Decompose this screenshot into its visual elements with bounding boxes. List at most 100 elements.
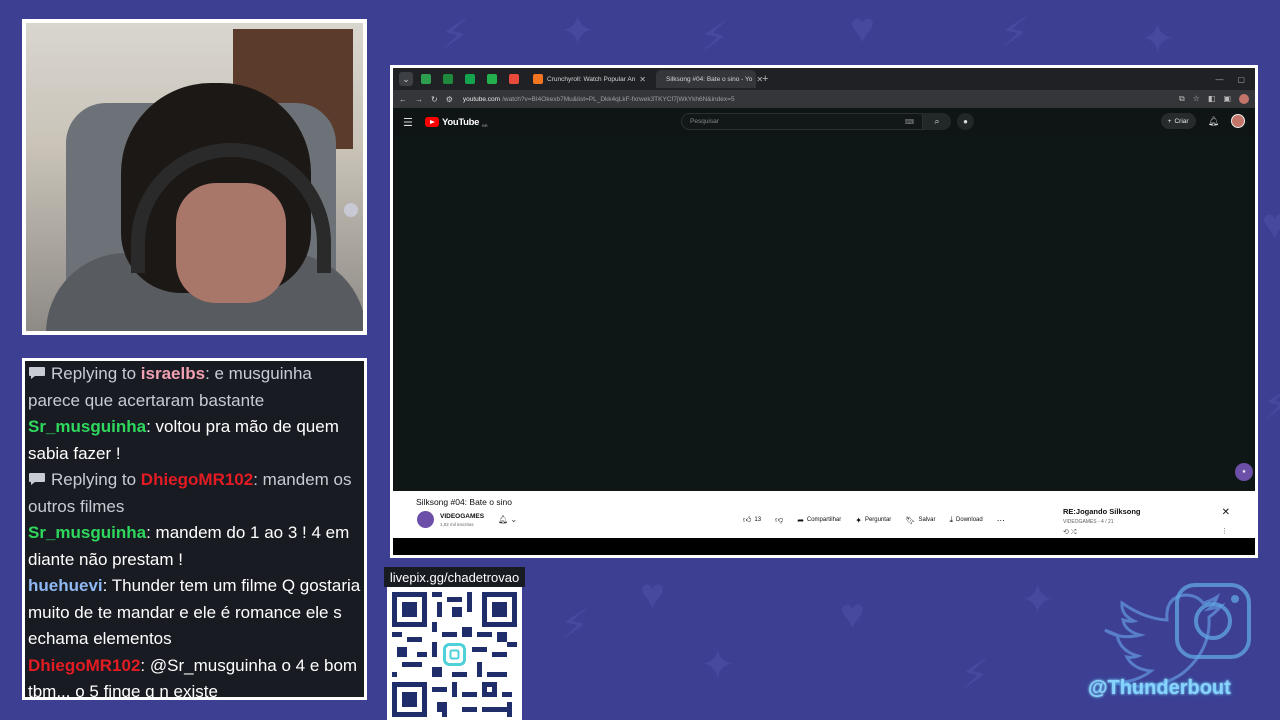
minimize-icon[interactable]: — [1215, 75, 1223, 84]
back-icon[interactable]: ← [399, 95, 407, 104]
playlist-controls: ⟲ ⤮ [1063, 528, 1076, 537]
address-bar-icons: ⧉ ☆ ◧ ▣ [1179, 94, 1249, 104]
chat-username[interactable]: DhiegoMR102 [141, 470, 253, 489]
social-handle: @Thunderbout [1088, 677, 1231, 699]
menu-icon[interactable]: ☰ [403, 116, 419, 129]
bookmark-star-icon[interactable]: ☆ [1193, 94, 1200, 104]
search-icon: ⌕ [934, 116, 940, 126]
mic-icon: ● [963, 117, 968, 126]
channel-avatar[interactable] [417, 511, 434, 528]
translate-icon[interactable]: ◧ [1208, 94, 1216, 104]
sparkle-icon: ✦ [855, 515, 862, 525]
url-path: /watch?v=BI4Okexb7Mu&list=PL_Dkk4qLkF-fx… [502, 95, 735, 103]
download-button[interactable]: ⤓ Download [949, 515, 982, 525]
url-host: youtube.com [462, 95, 501, 103]
youtube-header: ☰ YouTube BR Pesquisar ⌨ ⌕ ● + Criar 🔔︎ [393, 108, 1255, 136]
webcam-feed [26, 23, 363, 331]
whatsapp-icon[interactable] [443, 74, 453, 84]
notifications-bell-icon[interactable]: 🔔︎ [1208, 116, 1219, 127]
reply-bubble-icon [29, 367, 45, 379]
tab-label: Silksong #04: Bate o sino - Yo [665, 75, 753, 83]
share-button[interactable]: ➦ Compartilhar [797, 516, 841, 525]
tab-crunchyroll[interactable]: Crunchyroll: Watch Popular An ✕ [527, 70, 652, 88]
ask-button[interactable]: ✦ Perguntar [855, 516, 891, 525]
crunchyroll-icon [533, 74, 543, 84]
thumbs-up-icon: 👍︎ [743, 515, 752, 524]
sheets-icon[interactable] [465, 74, 475, 84]
youtube-play-icon [425, 117, 439, 127]
extensions-icon[interactable]: ▣ [1223, 94, 1231, 104]
tab-youtube[interactable]: Silksong #04: Bate o sino - Yo ✕ [655, 70, 763, 88]
loop-icon[interactable]: ⟲ [1063, 529, 1069, 536]
chat-panel: Replying to israelbs: e musguinha parece… [22, 358, 367, 700]
close-tab-icon[interactable]: ✕ [639, 75, 646, 84]
drive-icon[interactable] [421, 74, 431, 84]
new-tab-button[interactable]: + [762, 73, 768, 85]
download-icon: ⤓ [949, 515, 954, 524]
tab-label: Crunchyroll: Watch Popular An [547, 75, 636, 83]
cast-icon[interactable]: ⧉ [1179, 94, 1185, 104]
forward-icon[interactable]: → [415, 95, 423, 104]
qr-code [392, 592, 517, 717]
save-label: Salvar [918, 517, 936, 523]
site-info-icon[interactable]: ⚙ [446, 95, 453, 104]
youtube-wordmark: YouTube [442, 116, 480, 128]
share-icon: ➦ [797, 515, 804, 525]
voice-search-button[interactable]: ● [957, 113, 974, 130]
chat-message: Sr_musguinha: voltou pra mão de quem sab… [28, 414, 361, 467]
url-field[interactable]: youtube.com/watch?v=BI4Okexb7Mu&list=PL_… [461, 96, 1171, 103]
download-label: Download [956, 517, 983, 523]
account-avatar[interactable] [1231, 114, 1245, 128]
tab-search-button[interactable]: ⌄ [399, 72, 413, 86]
livepix-label: livepix.gg/chadetrovao [384, 567, 525, 587]
playlist-title[interactable]: RE:Jogando Silksong [1063, 507, 1141, 516]
webcam-knob [344, 203, 358, 217]
sheets-icon[interactable] [487, 74, 497, 84]
maximize-icon[interactable]: ▢ [1237, 75, 1245, 84]
channel-watermark-icon[interactable]: ★ [1235, 463, 1253, 481]
share-label: Compartilhar [806, 517, 842, 523]
chat-username[interactable]: Sr_musguinha [28, 417, 146, 436]
app-icon[interactable] [509, 74, 519, 84]
playlist-panel: RE:Jogando Silksong VIDEOGAMES - 4 / 21 … [1053, 497, 1238, 537]
reload-icon[interactable]: ↻ [431, 95, 438, 104]
dislike-button[interactable]: 👎︎ [775, 515, 783, 525]
subscription-bell-icon[interactable]: 🔔︎ ⌄ [498, 515, 517, 524]
ask-label: Perguntar [864, 517, 892, 523]
playlist-more-icon[interactable]: ⋮ [1221, 527, 1228, 535]
browser-window: ⌄ Crunchyroll: Watch Popular An ✕ Silkso… [393, 68, 1255, 555]
shuffle-icon[interactable]: ⤮ [1071, 529, 1077, 536]
youtube-logo[interactable]: YouTube BR [425, 117, 488, 128]
create-button[interactable]: + Criar [1160, 113, 1196, 129]
chat-username[interactable]: israelbs [141, 364, 205, 383]
save-button[interactable]: 🔖︎ Salvar [905, 516, 935, 525]
chat-username[interactable]: huehuevi [28, 576, 103, 595]
region-code: BR [482, 122, 488, 128]
chat-username[interactable]: Sr_musguinha [28, 523, 146, 542]
chat-message: huehuevi: Thunder tem um filme Q gostari… [28, 573, 361, 653]
chat-message: Replying to israelbs: e musguinha parece… [28, 361, 361, 414]
reply-prefix: Replying to [51, 364, 137, 383]
search-button[interactable]: ⌕ [923, 113, 951, 130]
window-controls: — ▢ [1215, 75, 1249, 84]
chat-username[interactable]: DhiegoMR102 [28, 656, 140, 675]
search-input[interactable]: Pesquisar ⌨ [681, 113, 923, 130]
reply-bubble-icon [29, 473, 45, 485]
browser-capture-frame: ⌄ Crunchyroll: Watch Popular An ✕ Silkso… [390, 65, 1258, 558]
more-actions-button[interactable]: ⋯ [997, 516, 1005, 525]
channel-subscribers: 1,02 mil inscritos [440, 522, 474, 527]
profile-avatar[interactable] [1239, 94, 1249, 104]
keyboard-icon[interactable]: ⌨ [905, 118, 914, 126]
chat-message: DhiegoMR102: @Sr_musguinha o 4 e bom tbm… [28, 653, 361, 698]
like-button[interactable]: 👍︎ 13 [743, 515, 761, 525]
reply-prefix: Replying to [51, 470, 137, 489]
thumbs-down-icon: 👎︎ [775, 515, 784, 524]
channel-name[interactable]: VIDEOGAMES [440, 513, 484, 520]
chat-message: Sr_musguinha: mandem do 1 ao 3 ! 4 em di… [28, 520, 361, 573]
close-playlist-icon[interactable]: ✕ [1222, 507, 1230, 518]
qr-code-frame [387, 587, 522, 720]
search-placeholder: Pesquisar [690, 118, 719, 125]
video-actions: 👍︎ 13 👎︎ ➦ Compartilhar ✦ Perguntar 🔖︎ Salva… [743, 515, 1005, 525]
video-player[interactable]: ★ [393, 136, 1255, 491]
window-bottom-strip [393, 538, 1255, 555]
